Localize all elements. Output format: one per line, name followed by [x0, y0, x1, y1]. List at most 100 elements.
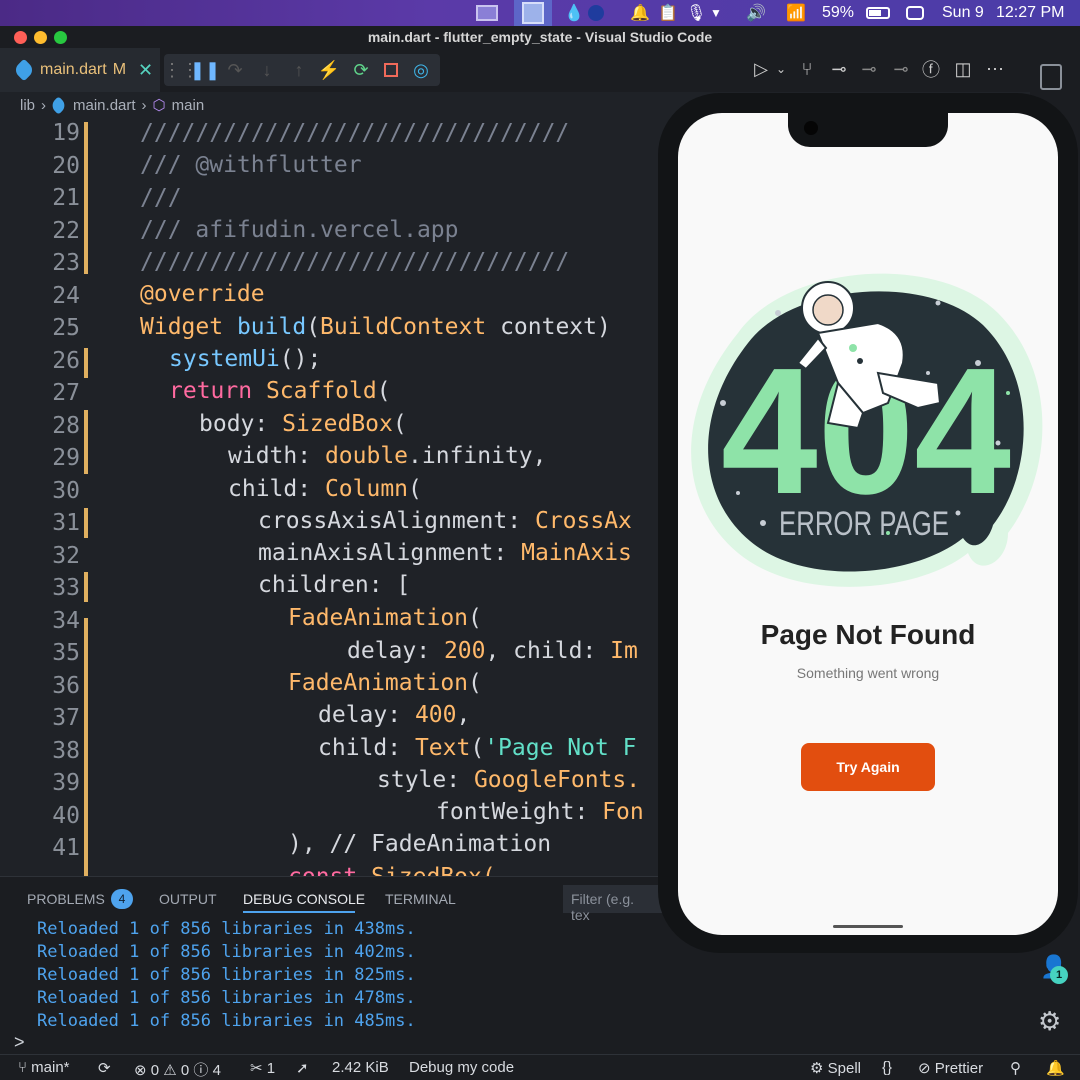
live-share-icon[interactable]: ➚ [296, 1059, 309, 1077]
microphone-icon[interactable]: 🎙 [686, 0, 706, 26]
desktop-space-2[interactable] [514, 0, 552, 26]
pause-icon[interactable]: ❚❚ [190, 59, 220, 81]
volume-icon[interactable]: 🔊 [746, 0, 766, 26]
page-title: Page Not Found [760, 619, 976, 650]
code-line-23: /////////////////////////////// [140, 249, 570, 275]
clipboard-icon[interactable]: 📋 [658, 0, 678, 26]
explorer-icon[interactable] [1040, 64, 1062, 90]
code-line-21: /// [140, 185, 182, 211]
drag-handle-icon[interactable]: ⋮⋮ [163, 59, 199, 81]
file-size: 2.42 KiB [332, 1059, 389, 1076]
line-number: 41 [52, 835, 80, 861]
debug-config[interactable]: Debug my code [409, 1059, 514, 1076]
token: Widget [140, 314, 237, 340]
vpn-icon[interactable] [588, 0, 604, 26]
desktop-space-1[interactable] [476, 0, 498, 26]
console-log-line: Reloaded 1 of 856 libraries in 402ms. [37, 942, 416, 962]
branch-name: main* [31, 1059, 70, 1076]
token: 400 [414, 702, 457, 728]
tab-problems[interactable]: PROBLEMS [27, 891, 105, 907]
chevron-down-icon[interactable]: ▼ [710, 0, 722, 26]
prev-change-icon[interactable]: ⊸ [858, 58, 880, 80]
more-actions-icon[interactable]: ⋯ [984, 58, 1006, 80]
problems-count-badge: 4 [111, 889, 133, 909]
flutter-icon[interactable]: ⓕ [920, 58, 942, 80]
menubar-time[interactable]: 12:27 PM [996, 0, 1064, 26]
battery-icon[interactable] [866, 0, 890, 26]
code-editor[interactable]: 19 20 21 22 23 24 25 26 27 28 29 30 31 32 33 34 35 36 37 38… [0, 118, 660, 876]
stop-icon[interactable] [380, 59, 402, 81]
breadcrumb-file[interactable]: main.dart [73, 97, 136, 114]
menubar-date[interactable]: Sun 9 [942, 0, 984, 26]
token: .infinity, [408, 443, 547, 469]
code-line-25: Widget build(BuildContext context) [140, 314, 611, 340]
notification-icon[interactable]: 🔔 [630, 0, 650, 26]
token: Fon [602, 799, 644, 825]
close-window-button[interactable] [14, 31, 27, 44]
gear-icon[interactable]: ⚙ [1038, 1006, 1061, 1037]
branch-status[interactable]: ⑂ main* [18, 1059, 70, 1076]
sync-icon[interactable]: ⟳ [98, 1059, 111, 1077]
next-change-icon[interactable]: ⊸ [890, 58, 912, 80]
source-control-icon[interactable]: ⑂ [796, 58, 818, 80]
code-line-26: systemUi(); [169, 346, 321, 372]
token: ( [468, 670, 482, 696]
prettier-status[interactable]: ⊘ Prettier [918, 1059, 983, 1077]
tools-status[interactable]: ✂ 1 [250, 1059, 275, 1077]
tab-terminal[interactable]: TERMINAL [385, 891, 456, 907]
breadcrumb-symbol[interactable]: main [172, 97, 205, 114]
token: Scaffold [265, 378, 377, 404]
token: 200 [443, 638, 486, 664]
tab-label: main.dart [40, 61, 107, 78]
editor-tab-bar: main.dart M ✕ ⋮⋮ ❚❚ ↷ ↓ ↑ ⚡ ⟳ ◎ ▷ ⌄ ⑂ ⊸ … [0, 48, 1080, 92]
drop-icon[interactable]: 💧 [564, 0, 584, 26]
token: delay: [318, 702, 415, 728]
console-input[interactable]: > [0, 1032, 1030, 1054]
control-center-icon[interactable] [906, 0, 924, 26]
timeline-icon[interactable]: ⊸ [828, 58, 850, 80]
active-tab-underline [243, 911, 355, 913]
try-again-button[interactable]: Try Again [801, 743, 935, 791]
problems-status[interactable]: ⊗ 0 ⚠ 0 ⓘ 4 [134, 1059, 221, 1080]
token: return [169, 378, 266, 404]
code-line-34: FadeAnimation( [288, 605, 482, 631]
code-line-19: /////////////////////////////// [140, 120, 570, 146]
run-dropdown-icon[interactable]: ⌄ [770, 58, 792, 80]
code-line-20: /// @withflutter [140, 152, 362, 178]
code-line-27: return Scaffold( [169, 378, 391, 404]
code-line-35: delay: 200, child: Im [347, 638, 638, 664]
accounts-badge: 1 [1050, 966, 1068, 984]
code-line-28: body: SizedBox( [199, 411, 407, 437]
tab-output[interactable]: OUTPUT [159, 891, 217, 907]
run-icon[interactable]: ▷ [750, 58, 772, 80]
home-indicator[interactable] [833, 925, 903, 928]
minimize-window-button[interactable] [34, 31, 47, 44]
devtools-icon[interactable]: ◎ [410, 59, 432, 81]
zoom-window-button[interactable] [54, 31, 67, 44]
symbol-icon: ⬡ [152, 97, 166, 114]
line-number: 26 [52, 347, 80, 374]
token: width: [228, 443, 325, 469]
code-line-42: const SizedBox( [288, 864, 496, 876]
space-active-icon [522, 2, 544, 24]
tab-debug-console[interactable]: DEBUG CONSOLE [243, 891, 365, 907]
breadcrumb-folder[interactable]: lib [20, 97, 35, 114]
filter-input[interactable]: Filter (e.g. tex [563, 885, 663, 923]
split-editor-icon[interactable]: ◫ [952, 58, 974, 80]
hot-reload-icon[interactable]: ⚡ [318, 59, 340, 81]
close-tab-icon[interactable]: ✕ [138, 60, 153, 81]
spell-status[interactable]: ⚙ Spell [810, 1059, 861, 1077]
token: , [456, 702, 471, 728]
wifi-icon[interactable]: 📶 [786, 0, 806, 26]
step-into-icon[interactable]: ↓ [256, 59, 278, 81]
line-number: 39 [52, 770, 80, 796]
restart-icon[interactable]: ⟳ [350, 59, 372, 81]
modified-lines-indicator [84, 618, 88, 876]
feedback-icon[interactable]: ⚲ [1010, 1059, 1021, 1077]
tab-main-dart[interactable]: main.dart M ✕ [0, 48, 160, 92]
bell-icon[interactable]: 🔔 [1046, 1059, 1065, 1077]
step-out-icon[interactable]: ↑ [288, 59, 310, 81]
phone-screen: 404 ERROR PAGE Page Not Found Something … [678, 113, 1058, 935]
brackets-icon[interactable]: {} [882, 1059, 892, 1076]
step-over-icon[interactable]: ↷ [224, 59, 246, 81]
